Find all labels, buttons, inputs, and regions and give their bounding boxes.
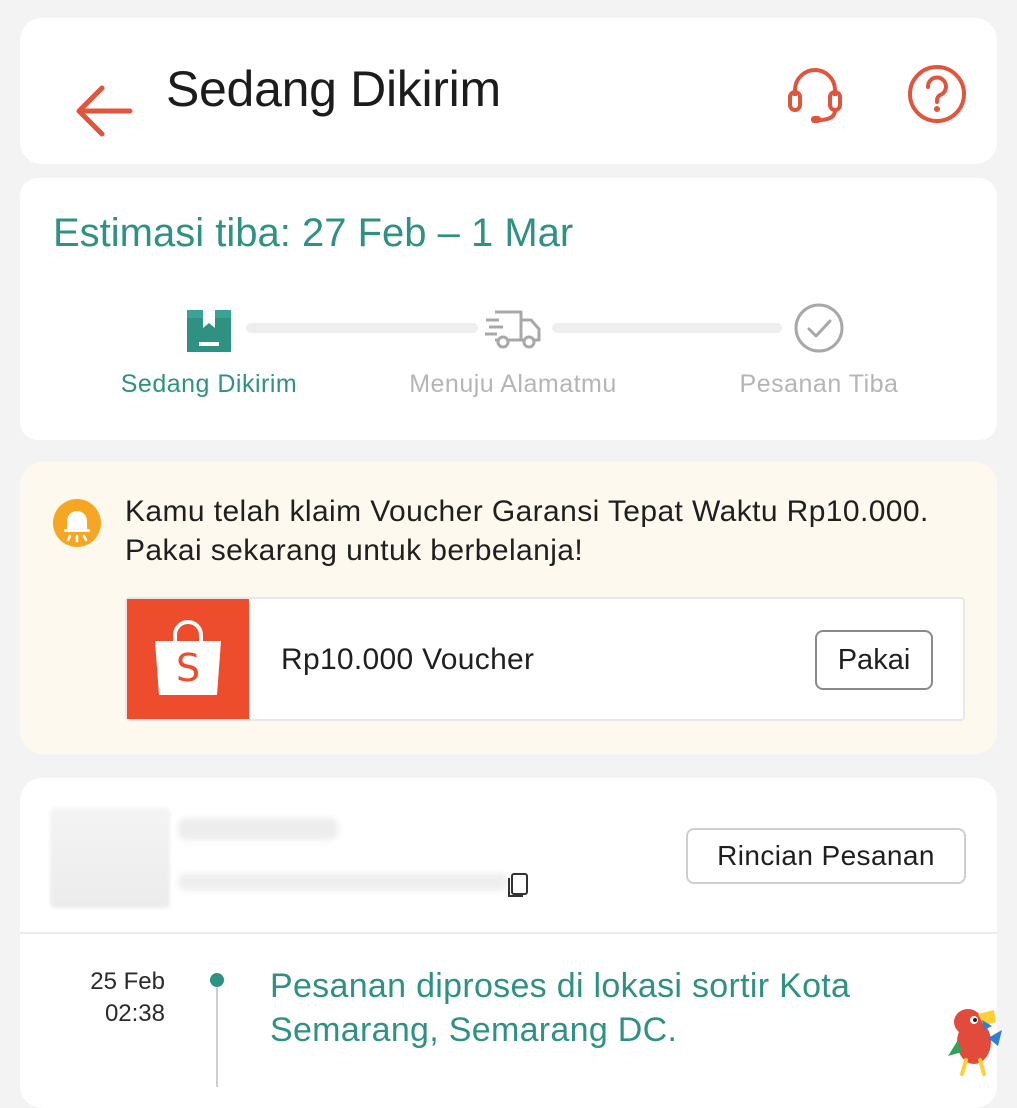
redacted-text xyxy=(178,818,338,840)
divider xyxy=(20,932,997,934)
headset-icon[interactable] xyxy=(783,62,847,126)
voucher-notice: Kamu telah klaim Voucher Garansi Tepat W… xyxy=(20,462,997,754)
order-details-button[interactable]: Rincian Pesanan xyxy=(686,828,966,884)
svg-text:S: S xyxy=(176,646,200,690)
step-pesanan-tiba: Pesanan Tiba xyxy=(699,298,939,399)
timeline-dot xyxy=(210,973,224,987)
step-label: Menuju Alamatmu xyxy=(409,370,617,398)
package-icon xyxy=(187,310,231,352)
header-bar: Sedang Dikirim xyxy=(20,18,997,164)
parrot-mascot-icon[interactable] xyxy=(944,1000,1006,1076)
voucher-name: Rp10.000 Voucher xyxy=(281,643,535,676)
page-title: Sedang Dikirim xyxy=(166,61,501,117)
voucher-stub: S xyxy=(127,599,249,719)
voucher-card[interactable]: S Rp10.000 Voucher Pakai xyxy=(125,597,965,721)
shopee-bag-icon: S xyxy=(155,620,221,695)
timeline-line xyxy=(216,987,218,1087)
timeline-timestamp: 25 Feb 02:38 xyxy=(70,966,165,1030)
voucher-notice-text: Kamu telah klaim Voucher Garansi Tepat W… xyxy=(125,495,929,567)
timeline-event: Pesanan diproses di lokasi sortir Kota S… xyxy=(270,967,851,1049)
copy-icon[interactable] xyxy=(507,872,529,898)
shipping-status-card: Estimasi tiba: 27 Feb – 1 Mar Sedang Dik… xyxy=(20,178,997,440)
store-logo-redacted xyxy=(50,808,170,908)
step-label: Sedang Dikirim xyxy=(120,370,298,398)
timeline-date: 25 Feb xyxy=(90,968,165,995)
step-menuju-alamatmu: Menuju Alamatmu xyxy=(393,298,633,399)
bell-icon xyxy=(53,499,101,547)
use-voucher-button[interactable]: Pakai xyxy=(815,630,933,690)
eta-text: Estimasi tiba: 27 Feb – 1 Mar xyxy=(53,211,574,255)
question-circle-icon[interactable] xyxy=(905,62,969,126)
check-circle-icon xyxy=(794,303,844,353)
timeline-time: 02:38 xyxy=(104,1000,165,1027)
truck-icon xyxy=(485,310,541,349)
step-sedang-dikirim: Sedang Dikirim xyxy=(89,298,329,399)
order-card: Rincian Pesanan 25 Feb 02:38 Pesanan dip… xyxy=(20,778,997,1108)
redacted-text xyxy=(178,873,508,891)
step-label: Pesanan Tiba xyxy=(739,370,899,398)
arrow-left-icon[interactable] xyxy=(70,76,140,146)
